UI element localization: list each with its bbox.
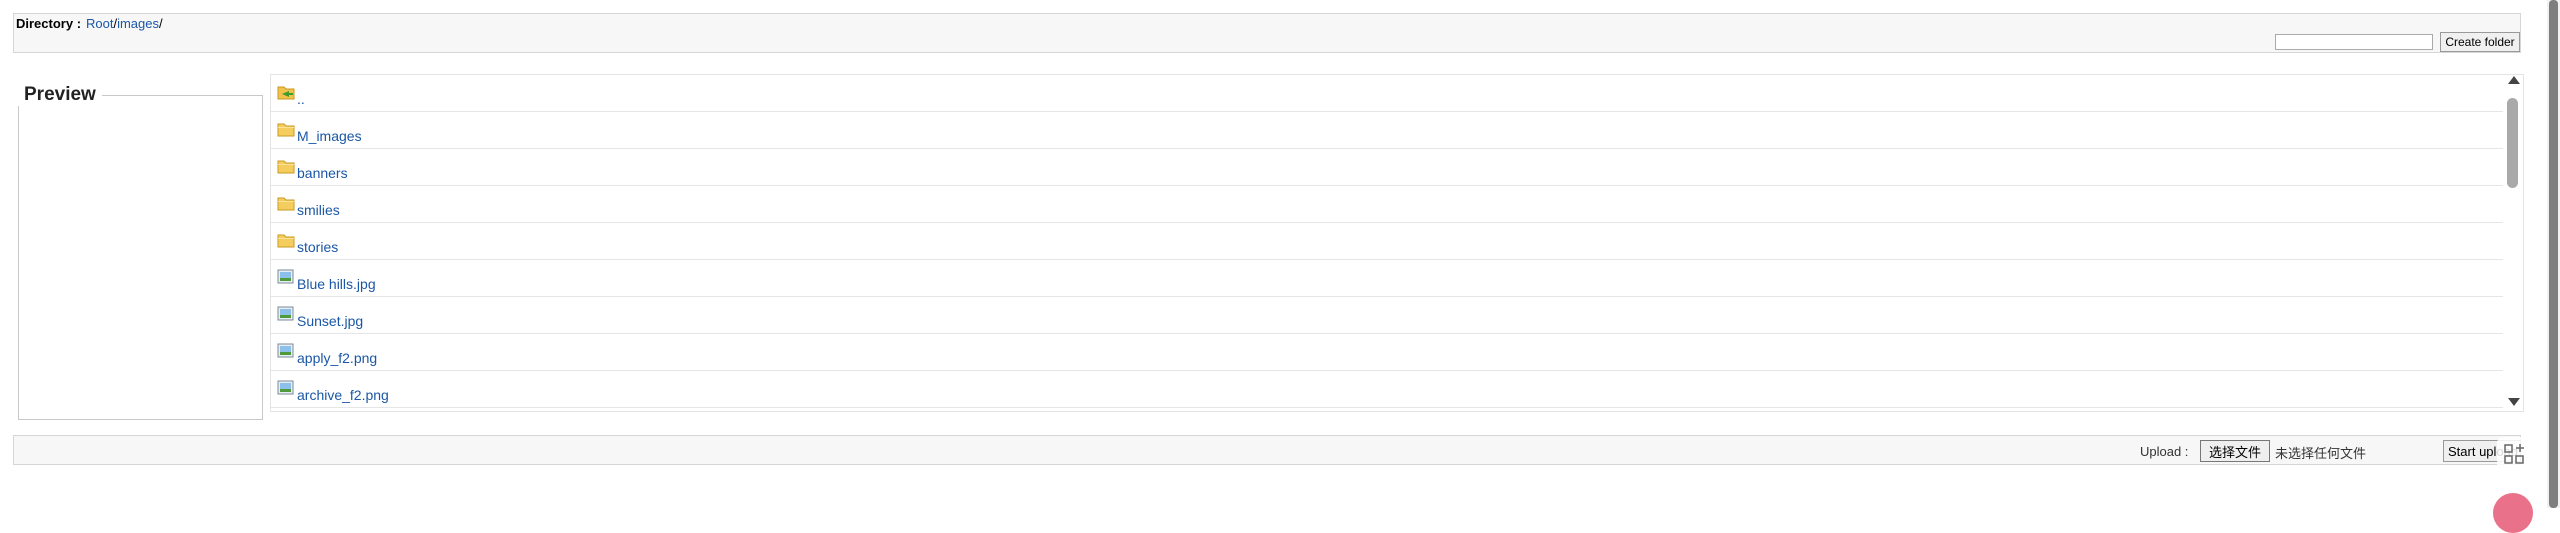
file-name[interactable]: Blue hills.jpg — [297, 276, 376, 292]
list-item-file[interactable]: archive_f2.png — [271, 371, 2503, 408]
file-name[interactable]: M_images — [297, 128, 362, 144]
file-name[interactable]: Sunset.jpg — [297, 313, 363, 329]
file-name[interactable]: archive_f2.png — [297, 387, 389, 403]
scrollbar-thumb[interactable] — [2507, 98, 2518, 188]
breadcrumb: Root/images/ — [86, 16, 163, 31]
image-file-icon — [277, 269, 294, 284]
breadcrumb-separator: / — [159, 16, 163, 31]
new-folder-name-input[interactable] — [2275, 34, 2433, 50]
window-scrollbar[interactable] — [2547, 0, 2560, 508]
preview-panel — [18, 95, 263, 420]
file-name[interactable]: banners — [297, 165, 348, 181]
list-item-folder[interactable]: stories — [271, 223, 2503, 260]
qr-scan-icon — [2504, 444, 2524, 464]
image-file-icon — [277, 343, 294, 358]
folder-icon — [277, 123, 295, 137]
directory-label: Directory : — [16, 16, 82, 31]
choose-file-button[interactable]: 选择文件 — [2200, 440, 2270, 462]
directory-bar: Directory : Root/images/ Create folder — [13, 13, 2521, 53]
breadcrumb-root-link[interactable]: Root — [86, 16, 113, 31]
file-name[interactable]: smilies — [297, 202, 340, 218]
image-file-icon — [277, 380, 294, 395]
no-file-chosen-text: 未选择任何文件 — [2275, 447, 2367, 462]
list-item-folder[interactable]: smilies — [271, 186, 2503, 223]
list-item-file[interactable]: Sunset.jpg — [271, 297, 2503, 334]
folder-up-icon — [277, 86, 295, 100]
scroll-down-arrow-icon[interactable] — [2508, 398, 2520, 406]
create-folder-button[interactable]: Create folder — [2440, 32, 2520, 52]
scroll-up-arrow-icon[interactable] — [2508, 76, 2520, 84]
list-item-file[interactable]: apply_f2.png — [271, 334, 2503, 371]
preview-legend: Preview — [18, 84, 102, 106]
file-name[interactable]: apply_f2.png — [297, 350, 377, 366]
image-file-icon — [277, 306, 294, 321]
list-item-file[interactable]: Blue hills.jpg — [271, 260, 2503, 297]
folder-icon — [277, 160, 295, 174]
floating-assistant-button[interactable] — [2493, 493, 2533, 533]
list-item-folder[interactable]: banners — [271, 149, 2503, 186]
file-list-scrollbar[interactable] — [2504, 76, 2522, 410]
list-item-file[interactable] — [271, 408, 2503, 411]
file-name[interactable]: stories — [297, 239, 338, 255]
folder-icon — [277, 197, 295, 211]
floating-qr-widget[interactable] — [2497, 437, 2531, 471]
upload-label: Upload : — [2140, 444, 2189, 459]
breadcrumb-images-link[interactable]: images — [117, 16, 159, 31]
file-name[interactable]: .. — [297, 91, 305, 107]
folder-icon — [277, 234, 295, 248]
upload-bar: Upload : 选择文件 未选择任何文件 Start upload — [13, 435, 2521, 465]
list-item-folder[interactable]: M_images — [271, 112, 2503, 149]
window-scrollbar-thumb[interactable] — [2549, 0, 2558, 508]
list-item-parent-dir[interactable]: .. — [271, 75, 2503, 112]
file-list: .. M_images banners smilies stories Blue… — [270, 74, 2524, 412]
